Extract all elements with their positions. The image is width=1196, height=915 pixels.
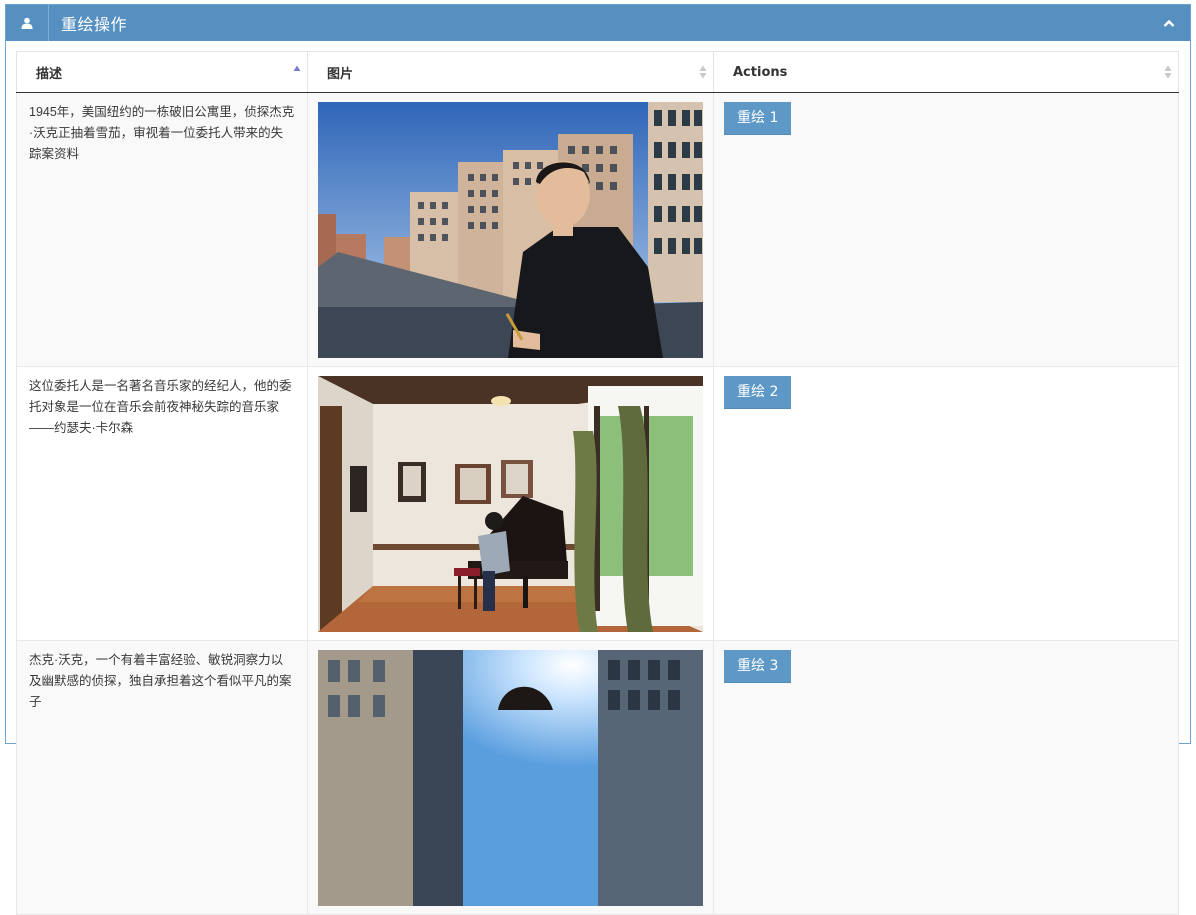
redraw-button-3[interactable]: 重绘 3 [724,650,792,683]
panel-header: 重绘操作 [6,5,1190,41]
column-header-label: 描述 [36,66,63,82]
actions-cell: 重绘 3 [713,640,1179,915]
sort-both-icon [699,65,707,79]
description-cell: 这位委托人是一名著名音乐家的经纪人，他的委托对象是一位在音乐会前夜神秘失踪的音乐… [16,366,308,641]
user-icon [6,5,49,41]
panel-body: 描述 图片 Actions 1945年，美国纽约的一栋破旧公寓里，侦探杰克·沃克… [6,41,1190,915]
chevron-up-icon[interactable] [1162,16,1176,30]
row-image[interactable] [318,376,703,632]
row-image[interactable] [318,102,703,358]
description-cell: 1945年，美国纽约的一栋破旧公寓里，侦探杰克·沃克正抽着雪茄，审视着一位委托人… [16,92,308,367]
actions-cell: 重绘 1 [713,92,1179,367]
column-header-actions[interactable]: Actions [713,51,1179,93]
description-cell: 杰克·沃克，一个有着丰富经验、敏锐洞察力以及幽默感的侦探，独自承担着这个看似平凡… [16,640,308,915]
row-description: 这位委托人是一名著名音乐家的经纪人，他的委托对象是一位在音乐会前夜神秘失踪的音乐… [29,379,292,435]
row-description: 1945年，美国纽约的一栋破旧公寓里，侦探杰克·沃克正抽着雪茄，审视着一位委托人… [29,105,295,161]
redraw-button-1[interactable]: 重绘 1 [724,102,792,135]
column-header-image[interactable]: 图片 [307,51,714,93]
table-row: 这位委托人是一名著名音乐家的经纪人，他的委托对象是一位在音乐会前夜神秘失踪的音乐… [16,366,1179,641]
image-cell [307,640,714,915]
table-row: 杰克·沃克，一个有着丰富经验、敏锐洞察力以及幽默感的侦探，独自承担着这个看似平凡… [16,640,1179,915]
redraw-button-2[interactable]: 重绘 2 [724,376,792,409]
table-row: 1945年，美国纽约的一栋破旧公寓里，侦探杰克·沃克正抽着雪茄，审视着一位委托人… [16,92,1179,367]
column-header-label: Actions [733,64,788,80]
sort-both-icon [1164,65,1172,79]
row-image[interactable] [318,650,703,906]
column-header-description[interactable]: 描述 [16,51,308,93]
image-cell [307,366,714,641]
sort-ascending-icon [293,65,301,71]
image-cell [307,92,714,367]
panel-title: 重绘操作 [61,17,128,34]
actions-cell: 重绘 2 [713,366,1179,641]
redraw-panel: 重绘操作 描述 图片 Actions 1945年，美国纽约的一栋破旧公寓里，侦探… [5,4,1191,915]
redraw-table: 描述 图片 Actions 1945年，美国纽约的一栋破旧公寓里，侦探杰克·沃克… [16,51,1179,915]
column-header-label: 图片 [327,66,354,82]
